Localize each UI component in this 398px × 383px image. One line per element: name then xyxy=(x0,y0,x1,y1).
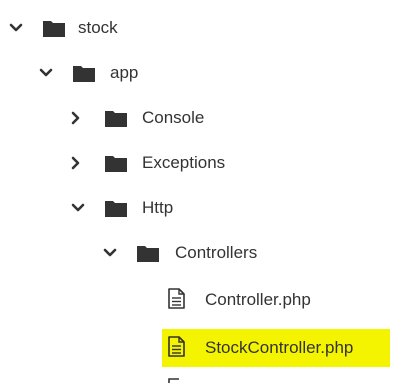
chevron-down-icon[interactable] xyxy=(103,246,117,260)
tree-item-label: app xyxy=(110,63,139,82)
tree-item-label: Exceptions xyxy=(142,153,226,172)
folder-icon xyxy=(137,246,159,262)
chevron-down-icon[interactable] xyxy=(71,201,85,215)
chevron-down-icon[interactable] xyxy=(39,66,53,80)
tree-item-http[interactable]: Http xyxy=(0,193,398,223)
tree-item-label: Http xyxy=(142,198,174,217)
file-tree: stock app Console Exceptions Http Contro… xyxy=(0,0,398,383)
tree-item-label: Controllers xyxy=(175,243,258,262)
tree-item-controller-php[interactable]: Controller.php xyxy=(0,285,398,315)
tree-item-stockcontroller-php[interactable]: StockController.php xyxy=(0,333,398,363)
tree-item-exceptions[interactable]: Exceptions xyxy=(0,148,398,178)
file-icon xyxy=(168,378,179,383)
folder-icon xyxy=(105,111,127,127)
tree-item-app[interactable]: app xyxy=(0,58,398,88)
tree-item-stock[interactable]: stock xyxy=(0,13,398,43)
folder-icon xyxy=(43,21,65,37)
folder-icon xyxy=(73,66,95,82)
folder-icon xyxy=(105,156,127,172)
tree-item-label: Controller.php xyxy=(205,290,311,309)
chevron-right-icon[interactable] xyxy=(69,111,83,125)
chevron-down-icon[interactable] xyxy=(9,21,23,35)
file-icon xyxy=(168,336,185,357)
tree-item-console[interactable]: Console xyxy=(0,103,398,133)
tree-item-label: StockController.php xyxy=(205,338,354,357)
folder-icon xyxy=(105,201,127,217)
tree-item-label: Console xyxy=(142,108,205,127)
tree-item-controllers[interactable]: Controllers xyxy=(0,238,398,268)
file-icon xyxy=(168,288,185,309)
chevron-right-icon[interactable] xyxy=(69,156,83,170)
tree-item-label: stock xyxy=(78,18,118,37)
